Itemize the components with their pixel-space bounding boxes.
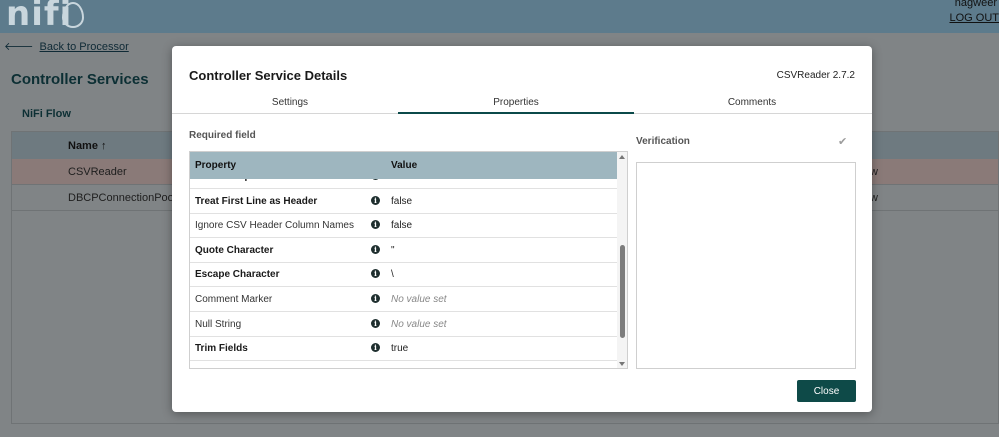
breadcrumb[interactable]: NiFi Flow (22, 108, 71, 120)
controller-service-details-dialog: Controller Service Details CSVReader 2.7… (172, 46, 872, 412)
dialog-tabs: Settings Properties Comments (172, 94, 872, 114)
verification-label: Verification (636, 136, 690, 147)
property-value[interactable]: No value set (391, 294, 447, 305)
property-row[interactable]: Treat First Line as Header i false (190, 189, 617, 214)
properties-table: Record Separatori\nTreat First Line as H… (189, 151, 628, 369)
nifi-drop-icon (62, 2, 84, 28)
scroll-down-icon[interactable] (619, 362, 625, 366)
property-column-header: Property (195, 160, 237, 171)
current-user: nagweer (954, 0, 997, 9)
property-name: Null String (195, 318, 242, 330)
property-name: Ignore CSV Header Column Names (195, 220, 354, 232)
tab-comments[interactable]: Comments (634, 97, 870, 114)
scroll-up-icon[interactable] (619, 155, 625, 159)
properties-scrollbar[interactable] (617, 152, 627, 368)
tab-properties[interactable]: Properties (398, 97, 634, 114)
property-value[interactable]: false (391, 220, 412, 231)
info-icon[interactable]: i (371, 269, 380, 279)
info-icon[interactable]: i (371, 244, 380, 254)
check-icon[interactable]: ✔ (838, 135, 847, 148)
arrow-left-icon: 🡐 (4, 41, 34, 53)
property-row[interactable]: Ignore CSV Header Column Names i false (190, 213, 617, 239)
property-name: Quote Character (195, 244, 274, 256)
top-bar: nifi nagweer LOG OUT (0, 0, 999, 34)
property-row[interactable]: Escape Character i \ (190, 262, 617, 288)
property-row[interactable]: Quote Character i " (190, 238, 617, 263)
property-value[interactable]: \ (391, 269, 394, 280)
service-version: CSVReader 2.7.2 (776, 70, 855, 81)
verification-results-panel (636, 162, 856, 369)
property-row[interactable]: Trim Fields i true (190, 336, 617, 362)
tab-settings[interactable]: Settings (172, 97, 408, 114)
service-name: DBCPConnectionPool (68, 192, 177, 204)
property-name: Escape Character (195, 269, 280, 281)
scrollbar-thumb[interactable] (620, 245, 625, 338)
close-button[interactable]: Close (797, 380, 856, 402)
info-icon[interactable]: i (371, 220, 380, 230)
back-to-processor-link[interactable]: 🡐 Back to Processor (4, 39, 129, 53)
value-column-header: Value (391, 160, 418, 171)
info-icon[interactable]: i (371, 195, 380, 205)
property-value[interactable]: false (391, 196, 412, 207)
property-value[interactable]: true (391, 343, 408, 354)
dialog-title: Controller Service Details (189, 68, 348, 83)
info-icon[interactable]: i (371, 294, 380, 303)
service-name: CSVReader (68, 166, 127, 178)
page-title: Controller Services (11, 71, 149, 88)
property-row[interactable]: Null String i No value set (190, 312, 617, 337)
property-row[interactable]: Comment Marker i No value set (190, 287, 617, 312)
required-field-label: Required field (189, 130, 256, 141)
name-column-header[interactable]: Name ↑ (68, 140, 107, 152)
property-name: Comment Marker (195, 294, 273, 305)
property-value[interactable]: No value set (391, 319, 447, 330)
property-name: Trim Fields (195, 343, 248, 355)
properties-table-header: Property Value (190, 152, 617, 179)
info-icon[interactable]: i (371, 318, 380, 328)
logout-link[interactable]: LOG OUT (949, 12, 999, 24)
property-name: Treat First Line as Header (195, 195, 318, 207)
info-icon[interactable]: i (371, 343, 380, 353)
property-value[interactable]: " (391, 245, 395, 256)
